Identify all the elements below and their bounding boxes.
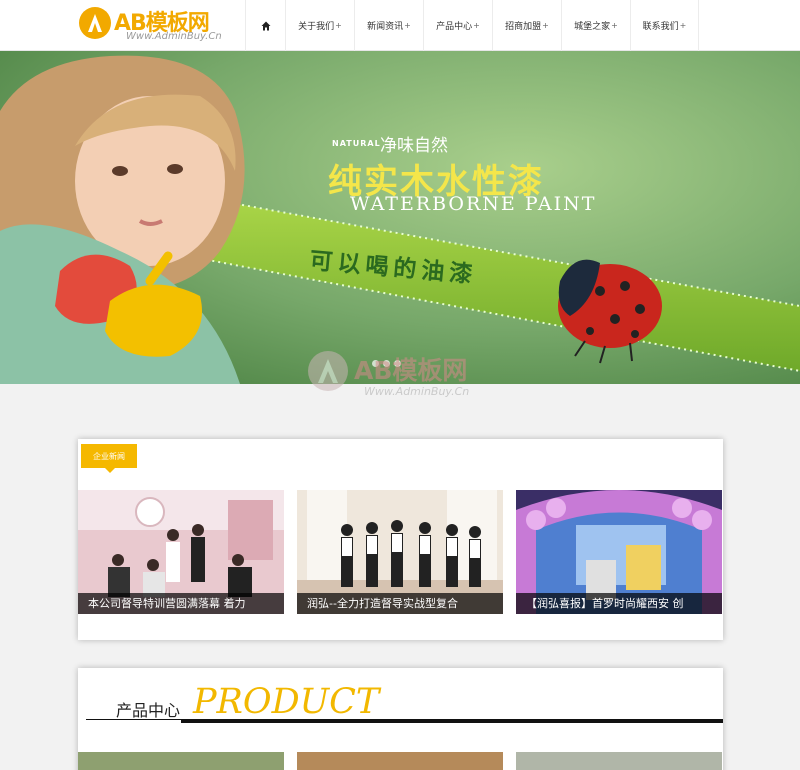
nav-label: 城堡之家: [574, 22, 611, 32]
banner-slogan-1: 净味自然: [380, 136, 448, 156]
news-card[interactable]: 本公司督导特训营圆满落幕 着力: [78, 490, 284, 614]
watermark-text: AB模板网: [354, 356, 468, 385]
product-section-title-en: PRODUCT: [193, 682, 380, 722]
section-divider: [86, 719, 723, 723]
banner-english-title: WATERBORNE PAINT: [350, 193, 597, 215]
product-thumbnail[interactable]: [516, 752, 722, 770]
plus-icon: +: [679, 21, 687, 30]
site-header: AB模板网 Www.AdminBuy.Cn 关于我们 + 新闻资讯 + 产品中心 + …: [0, 0, 800, 51]
product-thumbnail[interactable]: [78, 752, 284, 770]
news-section-tag[interactable]: 企业新闻: [81, 444, 137, 473]
banner-natural-text: NATURAL: [332, 139, 381, 148]
nav-about[interactable]: 关于我们 +: [285, 0, 354, 51]
logo-icon: [79, 7, 111, 39]
nav-home[interactable]: [245, 0, 285, 51]
plus-icon: +: [473, 21, 480, 30]
main-nav: 关于我们 + 新闻资讯 + 产品中心 + 招商加盟 + 城堡之家 + 联系我们 +: [245, 0, 699, 51]
banner-image: [0, 51, 800, 384]
nav-news[interactable]: 新闻资讯 +: [354, 0, 423, 51]
news-card[interactable]: 润弘--全力打造督导实战型复合: [297, 490, 503, 614]
nav-label: 新闻资讯: [367, 22, 404, 32]
news-card[interactable]: 【润弘喜报】首罗时尚耀西安 创: [516, 490, 722, 614]
watermark-subtitle: Www.AdminBuy.Cn: [364, 385, 470, 398]
nav-label: 关于我们: [298, 22, 335, 32]
plus-icon: +: [335, 21, 342, 30]
nav-contact[interactable]: 联系我们 +: [630, 0, 699, 51]
product-thumbnail[interactable]: [297, 752, 503, 770]
home-icon: [261, 21, 270, 30]
nav-products[interactable]: 产品中心 +: [423, 0, 492, 51]
news-caption: 【润弘喜报】首罗时尚耀西安 创: [516, 593, 722, 614]
nav-label: 招商加盟: [505, 22, 542, 32]
plus-icon: +: [611, 21, 618, 30]
plus-icon: +: [542, 21, 549, 30]
watermark-logo-icon: [308, 351, 348, 391]
nav-label: 联系我们: [642, 22, 679, 32]
nav-castle-home[interactable]: 城堡之家 +: [561, 0, 630, 51]
site-logo[interactable]: AB模板网 Www.AdminBuy.Cn: [78, 4, 238, 46]
plus-icon: +: [404, 21, 411, 30]
nav-franchise[interactable]: 招商加盟 +: [492, 0, 561, 51]
watermark: AB模板网 Www.AdminBuy.Cn: [306, 349, 506, 424]
product-section-title: 产品中心: [116, 701, 181, 720]
hero-banner[interactable]: NATURAL 净味自然 纯实木水性漆 WATERBORNE PAINT 可以喝…: [0, 51, 800, 384]
news-caption: 本公司督导特训营圆满落幕 着力: [78, 593, 284, 614]
news-caption: 润弘--全力打造督导实战型复合: [297, 593, 503, 614]
nav-label: 产品中心: [436, 22, 473, 32]
section-divider-gap: [86, 719, 181, 723]
logo-subtitle: Www.AdminBuy.Cn: [126, 31, 222, 42]
